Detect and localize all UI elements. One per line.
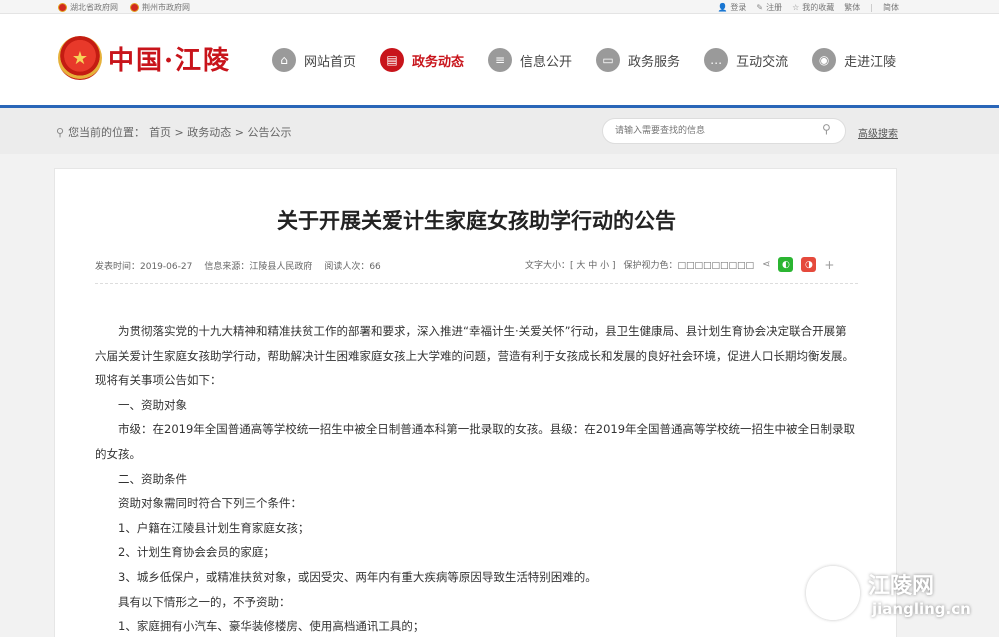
paragraph: 一、资助对象: [118, 397, 187, 412]
monitor-icon: ▭: [596, 48, 621, 72]
article-meta: 发表时间：2019-06-27 信息来源：江陵县人民政府 阅读人次：66: [95, 259, 381, 272]
paragraph: 1、户籍在江陵县计划生育家庭女孩；: [118, 520, 310, 535]
nav-news[interactable]: ▤ 政务动态: [380, 48, 464, 72]
watermark-name: 江陵网: [868, 574, 935, 599]
pin-icon: ⚲: [56, 125, 65, 139]
breadcrumb-bar: ⚲ 您当前的位置： 首页 > 政务动态 > 公告公示 ⚲ 高级搜索: [0, 108, 999, 154]
user-icon: 👤: [717, 3, 728, 12]
paragraph: 为贯彻落实党的十九大精神和精准扶贫工作的部署和要求，深入推进“幸福计生·关爱关怀…: [95, 324, 854, 388]
emblem-icon: [130, 3, 139, 12]
simplified-link[interactable]: 简体: [883, 2, 899, 13]
nav-info[interactable]: ≡ 信息公开: [488, 48, 572, 72]
font-size-control[interactable]: 文字大小：[ 大 中 小 ]: [525, 258, 615, 271]
home-icon: ⌂: [272, 48, 296, 72]
article-title: 关于开展关爱计生家庭女孩助学行动的公告: [277, 209, 676, 233]
paragraph: 具有以下情形之一的，不予资助：: [118, 594, 291, 609]
register-link[interactable]: ✎ 注册: [756, 2, 782, 13]
wechat-icon[interactable]: ◐: [778, 257, 794, 272]
plus-icon[interactable]: +: [824, 258, 834, 272]
publish-date: 发表时间：2019-06-27: [95, 262, 193, 272]
site-logo[interactable]: ★ 中国·江陵: [58, 36, 231, 80]
chat-icon: …: [704, 48, 729, 72]
meta-divider: [95, 283, 858, 284]
star-icon: ☆: [792, 3, 800, 12]
document-icon: ≡: [488, 48, 513, 72]
breadcrumb-path[interactable]: 首页 > 政务动态 > 公告公示: [149, 124, 291, 140]
paragraph: 二、资助条件: [118, 471, 187, 486]
paragraph: 2、计划生育协会会员的家庭；: [118, 545, 275, 560]
view-count: 阅读人次：66: [324, 262, 381, 272]
nav-home[interactable]: ⌂ 网站首页: [272, 48, 356, 72]
weibo-icon[interactable]: ◑: [801, 257, 817, 272]
logo-text: 中国·江陵: [108, 45, 232, 76]
paragraph: 3、城乡低保户，或精准扶贫对象，或因受灾、两年内有重大疾病等原因导致生活特别困难…: [118, 569, 597, 584]
login-link[interactable]: 👤 登录: [717, 2, 746, 13]
watermark-logo-icon: [806, 566, 860, 620]
share-icon[interactable]: ⋖: [762, 259, 770, 270]
hubei-gov-link[interactable]: 湖北省政府网: [58, 2, 118, 13]
paragraph: 资助对象需同时符合下列三个条件：: [118, 496, 302, 511]
search-input[interactable]: [602, 118, 846, 144]
site-watermark: 江陵网 jiangling.cn: [800, 560, 990, 630]
article-tools: 文字大小：[ 大 中 小 ] 保护视力色：□□□□□□□□□ ⋖ ◐ ◑ +: [525, 257, 834, 272]
top-bar: 湖北省政府网 荆州市政府网 👤 登录 ✎ 注册 ☆ 我的收藏 繁体 | 简体: [0, 0, 999, 14]
breadcrumb: ⚲ 您当前的位置： 首页 > 政务动态 > 公告公示: [56, 124, 292, 140]
favorites-link[interactable]: ☆ 我的收藏: [792, 2, 834, 13]
info-source: 信息来源：江陵县人民政府: [204, 262, 313, 272]
main-nav: ⌂ 网站首页 ▤ 政务动态 ≡ 信息公开 ▭ 政务服务 … 互动交流 ◉ 走进江陵: [272, 48, 920, 72]
paragraph: 1、家庭拥有小汽车、豪华装修楼房、使用高档通讯工具的；: [118, 619, 425, 634]
watermark-domain: jiangling.cn: [872, 600, 971, 618]
national-emblem-icon: ★: [58, 36, 102, 80]
location-icon: ◉: [812, 48, 837, 72]
paragraph: 市级：在2019年全国普通高等学校统一招生中被全日制普通本科第一批录取的女孩。县…: [95, 422, 856, 461]
news-icon: ▤: [380, 48, 405, 72]
site-header: ★ 中国·江陵 ⌂ 网站首页 ▤ 政务动态 ≡ 信息公开 ▭ 政务服务 … 互动交流 ◉ 走…: [0, 14, 999, 106]
nav-about[interactable]: ◉ 走进江陵: [812, 48, 896, 72]
nav-services[interactable]: ▭ 政务服务: [596, 48, 680, 72]
article-card: 关于开展关爱计生家庭女孩助学行动的公告 发表时间：2019-06-27 信息来源…: [54, 168, 897, 637]
nav-interaction[interactable]: … 互动交流: [704, 48, 788, 72]
traditional-link[interactable]: 繁体: [844, 2, 860, 13]
advanced-search-link[interactable]: 高级搜索: [858, 125, 898, 140]
emblem-icon: [58, 3, 67, 12]
search-icon[interactable]: ⚲: [822, 122, 831, 136]
edit-icon: ✎: [756, 3, 764, 12]
eye-color-control[interactable]: 保护视力色：□□□□□□□□□: [623, 258, 754, 271]
jingzhou-gov-link[interactable]: 荆州市政府网: [130, 2, 190, 13]
article-body: 为贯彻落实党的十九大精神和精准扶贫工作的部署和要求，深入推进“幸福计生·关爱关怀…: [95, 319, 858, 637]
separator: |: [870, 3, 873, 12]
